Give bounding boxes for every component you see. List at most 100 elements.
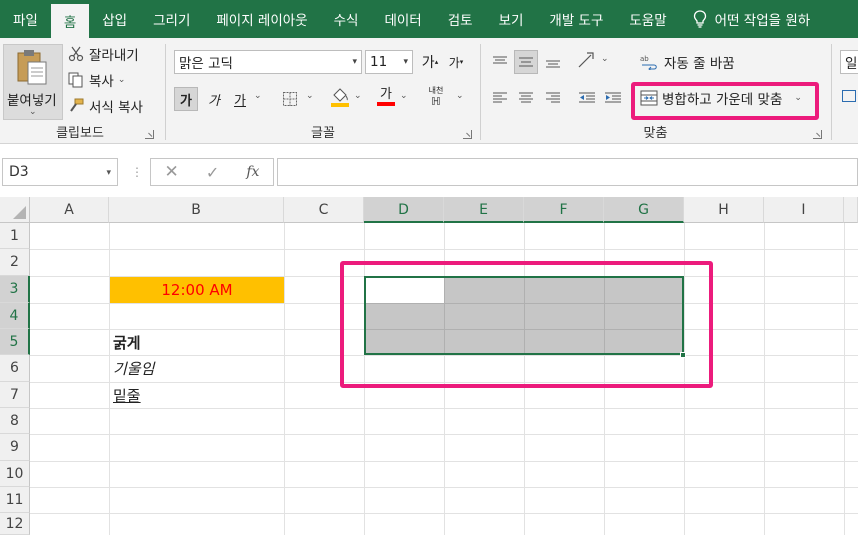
phonetic-button[interactable]: 내천 ℍ — [424, 85, 448, 109]
shrink-font-button[interactable]: 가 ▾ — [444, 50, 468, 74]
format-painter-button[interactable]: 서식 복사 — [68, 96, 143, 116]
wrap-text-button[interactable]: ab 자동 줄 바꿈 — [640, 52, 735, 72]
tab-draw[interactable]: 그리기 — [140, 0, 203, 38]
tab-insert[interactable]: 삽입 — [89, 0, 140, 38]
dialog-launcher-icon[interactable] — [463, 130, 472, 139]
font-size-value: 11 — [370, 54, 388, 70]
row-header-12[interactable]: 12 — [0, 513, 30, 535]
row-header-6[interactable]: 6 — [0, 355, 30, 382]
align-top-icon — [493, 56, 507, 64]
row-header-2[interactable]: 2 — [0, 249, 30, 276]
group-divider — [831, 44, 832, 140]
column-header-c[interactable]: C — [284, 197, 364, 223]
dialog-launcher-icon[interactable] — [145, 130, 154, 139]
cell-b7[interactable]: 밑줄 — [113, 385, 141, 406]
chevron-down-icon[interactable]: ⌄ — [306, 91, 314, 101]
column-header-i[interactable]: I — [764, 197, 844, 223]
borders-button[interactable] — [278, 87, 302, 111]
formula-bar-grip-icon[interactable]: ⋮ — [131, 165, 143, 179]
column-header-a[interactable]: A — [30, 197, 109, 223]
align-left-button[interactable] — [488, 86, 512, 110]
font-name-select[interactable]: 맑은 고딕 ▾ — [174, 50, 362, 74]
tab-home[interactable]: 홈 — [50, 4, 90, 38]
font-color-button[interactable]: 가 — [374, 85, 398, 109]
align-center-button[interactable] — [514, 86, 538, 110]
select-all-button[interactable] — [0, 197, 30, 223]
decrease-indent-button[interactable] — [575, 86, 599, 110]
row-header-3[interactable]: 3 — [0, 276, 30, 303]
column-header-h[interactable]: H — [684, 197, 764, 223]
align-top-button[interactable] — [488, 50, 512, 74]
clipboard-paste-icon — [17, 50, 47, 85]
name-box[interactable]: D3 ▾ — [2, 158, 118, 186]
row-header-8[interactable]: 8 — [0, 408, 30, 434]
clipboard-group: 붙여넣기 ⌄ 잘라내기 복사 ⌄ 서식 복사 클립보드 — [0, 38, 160, 144]
cancel-icon[interactable]: ✕ — [165, 162, 179, 182]
tab-data[interactable]: 데이터 — [371, 0, 434, 38]
tab-page-layout[interactable]: 페이지 레이아웃 — [203, 0, 320, 38]
fill-color-button[interactable] — [328, 85, 352, 109]
tab-view[interactable]: 보기 — [486, 0, 537, 38]
tab-file[interactable]: 파일 — [0, 0, 51, 38]
lightbulb-icon — [693, 10, 706, 28]
enter-icon[interactable]: ✓ — [206, 163, 219, 182]
copy-button[interactable]: 복사 ⌄ — [68, 70, 125, 90]
italic-button[interactable]: 가 — [202, 87, 226, 111]
formula-input[interactable] — [277, 158, 858, 186]
row-header-1[interactable]: 1 — [0, 223, 30, 249]
chevron-down-icon[interactable]: ⌄ — [400, 91, 408, 101]
cell-b3[interactable]: 12:00 AM — [110, 277, 284, 303]
chevron-down-icon[interactable]: ⌄ — [601, 54, 609, 64]
select-all-triangle-icon — [13, 206, 26, 219]
insert-function-button[interactable]: fx — [246, 164, 259, 180]
formula-bar: D3 ▾ ⋮ ✕ ✓ fx — [0, 156, 858, 190]
font-size-select[interactable]: 11 ▾ — [365, 50, 413, 74]
row-header-10[interactable]: 10 — [0, 461, 30, 487]
tab-developer[interactable]: 개발 도구 — [536, 0, 616, 38]
orientation-button[interactable] — [575, 48, 599, 72]
chevron-down-icon: ▾ — [352, 57, 357, 67]
column-header-j[interactable] — [844, 197, 858, 223]
column-header-f[interactable]: F — [524, 197, 604, 223]
shrink-font-icon: 가 — [448, 55, 460, 70]
accounting-format-icon[interactable] — [842, 90, 856, 102]
align-middle-button[interactable] — [514, 50, 538, 74]
dialog-launcher-icon[interactable] — [813, 130, 822, 139]
tab-formulas[interactable]: 수식 — [321, 0, 372, 38]
cut-button[interactable]: 잘라내기 — [68, 44, 139, 64]
increase-indent-button[interactable] — [601, 86, 625, 110]
row-header-11[interactable]: 11 — [0, 487, 30, 513]
alignment-group: ⌄ ab 자동 줄 바꿈 병합하고 가운데 맞춤 ⌄ 맞춤 — [483, 38, 828, 144]
chevron-down-icon: ▾ — [403, 57, 408, 67]
paste-button[interactable]: 붙여넣기 ⌄ — [3, 44, 63, 120]
row-header-5[interactable]: 5 — [0, 329, 30, 355]
tab-review[interactable]: 검토 — [435, 0, 486, 38]
bold-button[interactable]: 가 — [174, 87, 198, 111]
name-box-value: D3 — [9, 164, 29, 180]
column-header-g[interactable]: G — [604, 197, 684, 223]
column-header-b[interactable]: B — [109, 197, 284, 223]
row-header-7[interactable]: 7 — [0, 382, 30, 408]
grid-line — [109, 223, 110, 535]
tell-me-text: 어떤 작업을 원하 — [714, 13, 811, 29]
font-name-value: 맑은 고딕 — [179, 56, 233, 72]
underline-button[interactable]: 가 — [228, 87, 252, 111]
row-header-4[interactable]: 4 — [0, 303, 30, 329]
chevron-down-icon[interactable]: ⌄ — [354, 91, 362, 101]
tell-me-search[interactable]: 어떤 작업을 원하 — [680, 0, 824, 38]
cell-b6[interactable]: 기울임 — [113, 358, 154, 379]
selection-highlight — [340, 261, 713, 388]
align-bottom-button[interactable] — [541, 50, 565, 74]
chevron-down-icon: ▾ — [106, 168, 111, 178]
paste-label: 붙여넣기 — [7, 93, 57, 109]
cell-b5[interactable]: 굵게 — [113, 332, 141, 353]
tab-help[interactable]: 도움말 — [616, 0, 679, 38]
align-right-button[interactable] — [541, 86, 565, 110]
chevron-down-icon[interactable]: ⌄ — [456, 91, 464, 101]
chevron-down-icon[interactable]: ⌄ — [254, 91, 262, 101]
row-header-9[interactable]: 9 — [0, 434, 30, 461]
grow-font-button[interactable]: 가 ▴ — [418, 50, 442, 74]
column-header-d[interactable]: D — [364, 197, 444, 223]
column-header-e[interactable]: E — [444, 197, 524, 223]
number-format-select[interactable]: 일 — [840, 50, 858, 74]
